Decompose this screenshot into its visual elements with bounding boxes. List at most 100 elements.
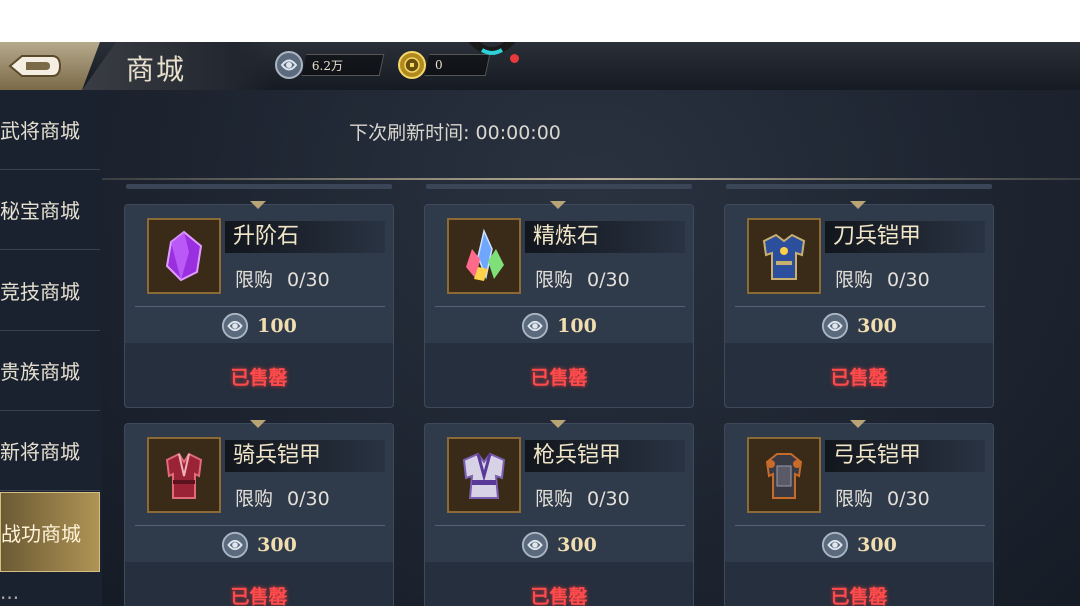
card-notch-icon [250,201,266,209]
shop-item-card[interactable]: 弓兵铠甲 限购 0/30 300 已售罄 [724,420,994,606]
sidebar-item-more[interactable]: ... [0,572,100,606]
page-title: 商城 [126,53,187,86]
shop-main: 下次刷新时间: 00:00:00 升阶石 限购 0/30 100 已售罄 精炼石… [102,90,1080,606]
item-price: 100 [125,309,393,343]
refresh-time: 00:00:00 [475,122,561,144]
silver-coin-icon [222,312,249,340]
sidebar-item-label: 战功商城 [1,521,81,546]
sold-out-label: 已售罄 [830,586,888,606]
limit-label: 限购 [535,269,574,291]
item-name: 升阶石 [225,221,385,253]
card-strip [426,184,692,189]
item-name: 骑兵铠甲 [225,440,385,472]
shop-sidebar: 武将商城 秘宝商城 竞技商城 贵族商城 新将商城 战功商城 ... [0,90,104,606]
silver-coin-icon [275,51,303,79]
silver-currency: 6.2万 [274,51,385,79]
card-notch-icon [850,420,866,428]
item-icon-frame [747,437,821,513]
limit-label: 限购 [835,488,874,510]
sold-out-label: 已售罄 [230,586,288,606]
gold-coin-icon [398,51,426,79]
purchase-limit: 限购 0/30 [835,484,930,511]
limit-value: 0/30 [587,488,630,510]
item-price: 300 [425,528,693,562]
sidebar-item-label: 武将商城 [0,119,80,143]
shop-item-card[interactable]: 枪兵铠甲 限购 0/30 300 已售罄 [424,420,694,606]
item-name: 弓兵铠甲 [825,440,985,472]
shop-screen: 商城 6.2万 0 武将商城 秘宝商城 竞技商城 贵族商城 新将商城 战功商城 … [0,42,1080,606]
dark-armor-icon [765,453,803,499]
item-icon-frame [147,437,221,513]
item-price: 300 [125,528,393,562]
limit-value: 0/30 [887,488,930,510]
sidebar-item-hero-shop[interactable]: 武将商城 [0,90,100,170]
header-divider [102,178,1080,180]
silver-coin-icon [822,531,849,559]
card-notch-icon [250,420,266,428]
purple-robe-icon [462,452,506,499]
limit-label: 限购 [235,269,274,291]
rainbow-crystal-icon [466,228,504,281]
sidebar-item-treasure-shop[interactable]: 秘宝商城 [0,170,100,250]
card-separator [135,306,385,307]
item-name: 枪兵铠甲 [525,440,685,472]
silver-coin-icon [222,531,249,559]
silver-amount: 6.2万 [301,54,385,76]
card-separator [435,306,685,307]
red-robe-icon [165,452,203,499]
limit-value: 0/30 [587,269,630,291]
card-separator [735,306,985,307]
shop-item-card[interactable]: 骑兵铠甲 限购 0/30 300 已售罄 [124,420,394,606]
notification-dot [510,54,519,63]
shop-item-card[interactable]: 精炼石 限购 0/30 100 已售罄 [424,201,694,408]
card-separator [735,525,985,526]
sidebar-item-label: 竞技商城 [0,280,80,304]
limit-value: 0/30 [287,488,330,510]
item-name: 刀兵铠甲 [825,221,985,253]
sold-out-label: 已售罄 [230,367,288,389]
sidebar-item-label: 秘宝商城 [0,199,80,223]
price-value: 300 [557,534,597,556]
limit-value: 0/30 [287,269,330,291]
sidebar-item-new-hero-shop[interactable]: 新将商城 [0,411,100,491]
item-icon-frame [447,437,521,513]
card-notch-icon [550,201,566,209]
silver-coin-icon [522,312,549,340]
card-strip [726,184,992,189]
sidebar-item-label: 贵族商城 [0,360,80,384]
refresh-label: 下次刷新时间: [349,122,470,144]
sidebar-item-merit-shop[interactable]: 战功商城 [0,492,100,572]
card-notch-icon [550,420,566,428]
item-price: 100 [425,309,693,343]
card-strip [126,184,392,189]
back-button[interactable] [0,42,100,90]
purchase-limit: 限购 0/30 [535,484,630,511]
shop-item-card[interactable]: 刀兵铠甲 限购 0/30 300 已售罄 [724,201,994,408]
sidebar-item-label: ... [0,580,20,604]
item-name: 精炼石 [525,221,685,253]
price-value: 300 [857,534,897,556]
sold-out-label: 已售罄 [530,367,588,389]
purchase-limit: 限购 0/30 [235,265,330,292]
shop-item-card[interactable]: 升阶石 限购 0/30 100 已售罄 [124,201,394,408]
purchase-limit: 限购 0/30 [535,265,630,292]
back-arrow-icon [8,55,62,77]
refresh-timer: 下次刷新时间: 00:00:00 [102,118,802,145]
sidebar-item-label: 新将商城 [0,440,80,464]
purchase-limit: 限购 0/30 [235,484,330,511]
limit-label: 限购 [235,488,274,510]
card-separator [435,525,685,526]
sold-out-label: 已售罄 [830,367,888,389]
silver-coin-icon [522,531,549,559]
price-value: 300 [257,534,297,556]
sidebar-item-arena-shop[interactable]: 竞技商城 [0,251,100,331]
card-notch-icon [850,201,866,209]
sold-out-label: 已售罄 [530,586,588,606]
sidebar-item-noble-shop[interactable]: 贵族商城 [0,331,100,411]
silver-coin-icon [822,312,849,340]
item-price: 300 [725,309,993,343]
top-bar: 商城 6.2万 0 [0,42,1080,91]
blue-armor-icon [762,233,806,280]
card-separator [135,525,385,526]
item-icon-frame [747,218,821,294]
